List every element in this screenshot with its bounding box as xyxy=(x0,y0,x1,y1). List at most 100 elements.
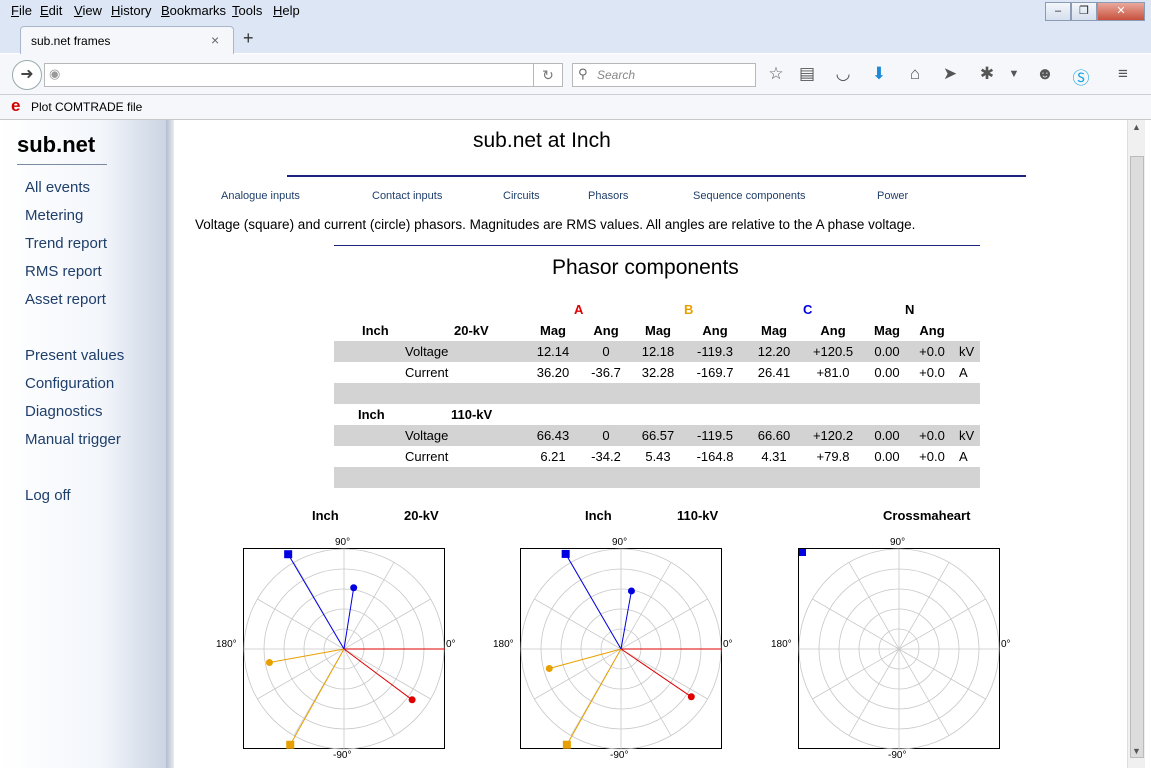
sidebar-diagnostics[interactable]: Diagnostics xyxy=(25,403,103,420)
minimize-button[interactable]: – xyxy=(1045,2,1071,21)
table-row-g1-current: Current 36.20 -36.7 32.28 -169.7 26.41 +81.0 0.… xyxy=(334,362,980,383)
table-cell: +79.8 xyxy=(816,449,850,464)
phasor-diagram-2 xyxy=(520,548,722,750)
tab-sequence-components[interactable]: Sequence components xyxy=(693,190,806,202)
column-label-ang: Ang xyxy=(919,323,945,338)
current-marker-a xyxy=(687,693,695,701)
diagram2-title-site: Inch xyxy=(585,508,612,523)
sidebar-all-events[interactable]: All events xyxy=(25,179,90,196)
diagram3-title: Crossmaheart xyxy=(883,508,971,523)
sidebar-metering[interactable]: Metering xyxy=(25,207,83,224)
voltage-marker-b xyxy=(562,740,571,749)
axis-label-right: 0° xyxy=(723,639,733,650)
sidebar-manual-trigger[interactable]: Manual trigger xyxy=(25,431,121,448)
axis-label-left: 180° xyxy=(771,639,792,650)
table-cell: 66.57 xyxy=(641,428,675,443)
menu-bookmarks[interactable]: Bookmarks xyxy=(161,3,226,18)
chat-icon[interactable]: ☻ xyxy=(1035,64,1055,84)
sidebar: sub.net All events Metering Trend report… xyxy=(0,120,170,768)
reload-button[interactable]: ↻ xyxy=(533,63,563,87)
chevron-down-icon[interactable]: ▼ xyxy=(1004,68,1024,80)
menu-view[interactable]: View xyxy=(74,3,102,18)
sidebar-rms-report[interactable]: RMS report xyxy=(25,263,102,280)
menu-file[interactable]: File xyxy=(11,3,32,18)
page-title: sub.net at Inch xyxy=(473,129,611,152)
tab-title: sub.net frames xyxy=(31,34,111,48)
voltage-marker-c xyxy=(561,549,570,558)
url-input[interactable]: ◉ xyxy=(44,63,534,87)
table-cell: 66.43 xyxy=(536,428,570,443)
reading-list-icon[interactable]: ▤ xyxy=(797,64,817,84)
tab-analogue-inputs[interactable]: Analogue inputs xyxy=(221,190,300,202)
sidebar-log-off[interactable]: Log off xyxy=(25,487,71,504)
table-cell: 0 xyxy=(602,344,610,359)
table-row-spacer xyxy=(334,383,980,404)
table-cell: +120.2 xyxy=(812,428,854,443)
tab-contact-inputs[interactable]: Contact inputs xyxy=(372,190,442,202)
bookmark-plot-comtrade[interactable]: Plot COMTRADE file xyxy=(31,100,142,114)
table-cell: -36.7 xyxy=(591,365,621,380)
bookmark-star-icon[interactable]: ☆ xyxy=(766,64,786,84)
unit-label: kV xyxy=(959,344,975,359)
table-cell: 12.20 xyxy=(757,344,791,359)
column-label-mag: Mag xyxy=(645,323,671,338)
scroll-down-icon[interactable]: ▼ xyxy=(1132,746,1141,756)
table-cell: +120.5 xyxy=(812,344,854,359)
frame-divider[interactable] xyxy=(166,120,174,768)
phase-header-n: N xyxy=(905,302,915,317)
table-cell: -119.5 xyxy=(697,428,733,443)
axis-label-right: 0° xyxy=(1001,639,1011,650)
hamburger-menu-icon[interactable]: ≡ xyxy=(1113,64,1133,84)
scrollbar-thumb[interactable] xyxy=(1130,156,1144,758)
table-cell: +0.0 xyxy=(919,365,945,380)
table-row-g1-voltage: Voltage 12.14 0 12.18 -119.3 12.20 +120.5 0.00 +… xyxy=(334,341,980,362)
voltage-marker-c xyxy=(284,550,293,559)
description-rule xyxy=(334,245,980,246)
tab-circuits[interactable]: Circuits xyxy=(503,190,540,202)
restore-button[interactable]: ❐ xyxy=(1071,2,1097,21)
axis-label-bottom: -90° xyxy=(333,750,352,761)
unit-label: A xyxy=(959,365,968,380)
send-icon[interactable]: ➤ xyxy=(940,64,960,84)
column-label-mag: Mag xyxy=(540,323,566,338)
tab-subnet-frames[interactable]: sub.net frames × xyxy=(20,26,234,55)
scroll-up-icon[interactable]: ▲ xyxy=(1132,122,1141,132)
new-tab-button[interactable]: + xyxy=(243,28,254,49)
current-marker-a xyxy=(408,696,416,704)
tab-power[interactable]: Power xyxy=(877,190,908,202)
voltage-marker-b xyxy=(286,740,295,749)
menu-history[interactable]: History xyxy=(111,3,151,18)
table-cell: +0.0 xyxy=(919,449,945,464)
menu-help[interactable]: Help xyxy=(273,3,300,18)
close-window-button[interactable]: ✕ xyxy=(1097,2,1145,21)
axis-label-top: 90° xyxy=(335,537,351,548)
close-tab-icon[interactable]: × xyxy=(211,32,219,48)
tab-phasors[interactable]: Phasors xyxy=(588,190,628,202)
phasor-diagram-3 xyxy=(798,548,1000,750)
extension-icon[interactable]: ✱ xyxy=(977,64,997,84)
sidebar-present-values[interactable]: Present values xyxy=(25,347,124,364)
skype-icon[interactable]: Ⓢ xyxy=(1071,64,1091,89)
brand-underline xyxy=(17,164,107,165)
globe-icon: ◉ xyxy=(49,66,61,81)
sidebar-asset-report[interactable]: Asset report xyxy=(25,291,106,308)
menu-edit[interactable]: Edit xyxy=(40,3,62,18)
search-input[interactable]: ⚲ Search xyxy=(572,63,756,87)
sidebar-trend-report[interactable]: Trend report xyxy=(25,235,107,252)
back-button[interactable]: ➜ xyxy=(12,60,42,90)
current-marker-b xyxy=(265,659,273,667)
pocket-icon[interactable]: ◡ xyxy=(833,64,853,84)
phasor-diagram-1 xyxy=(243,548,445,750)
download-icon[interactable]: ⬇ xyxy=(869,64,889,84)
axis-label-right: 0° xyxy=(446,639,456,650)
home-icon[interactable]: ⌂ xyxy=(905,64,925,84)
table-cell: +0.0 xyxy=(919,428,945,443)
menu-tools[interactable]: Tools xyxy=(232,3,262,18)
scrollbar[interactable]: ▲ ▼ xyxy=(1127,120,1145,768)
sidebar-configuration[interactable]: Configuration xyxy=(25,375,114,392)
table-cell: 26.41 xyxy=(757,365,791,380)
phase-header-a: A xyxy=(574,302,584,317)
brand-title: sub.net xyxy=(17,132,96,157)
group1-site: Inch xyxy=(362,323,389,338)
column-label-mag: Mag xyxy=(761,323,787,338)
